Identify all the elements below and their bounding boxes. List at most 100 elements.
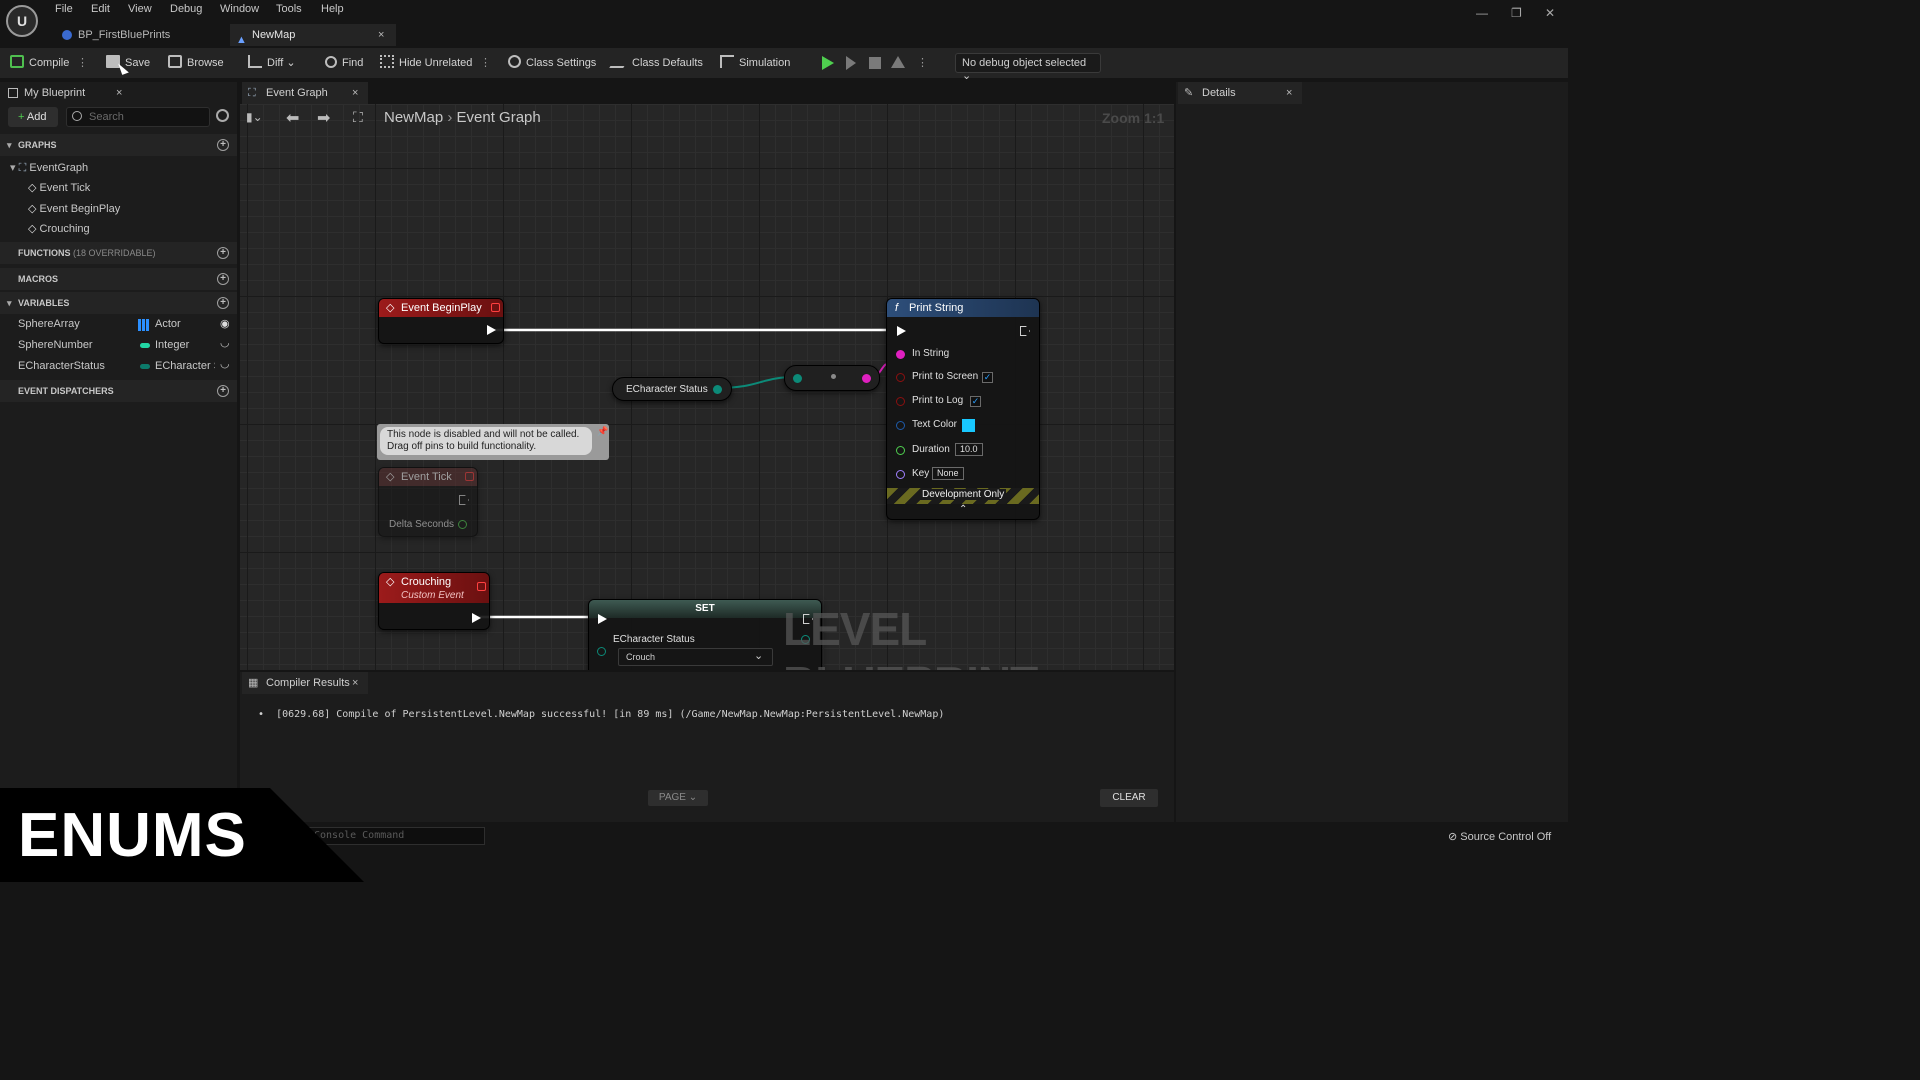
tab-my-blueprint[interactable]: My Blueprint × (0, 82, 130, 104)
hide-unrelated-button[interactable]: Hide Unrelated (380, 55, 472, 71)
doc-tab-bp-firstblueprints[interactable]: BP_FirstBluePrints (56, 24, 230, 46)
string-out-pin[interactable] (862, 374, 871, 383)
eye-icon[interactable]: ◉ (220, 317, 230, 330)
stop-icon[interactable] (869, 57, 881, 69)
delta-seconds-pin[interactable] (458, 520, 467, 529)
event-graph-canvas[interactable]: ▮⌄ ⬅ ➡ ⛶ NewMap › Event Graph Zoom 1:1 ◇… (240, 104, 1174, 670)
menu-tools[interactable]: Tools (276, 3, 302, 15)
print-to-screen-checkbox[interactable]: ✓ (982, 372, 993, 383)
pin-comment-icon[interactable]: 📌 (597, 426, 608, 437)
variable-row-echaracterstatus[interactable]: ECharacterStatus ECharacter S ◡ (0, 357, 237, 381)
tab-details[interactable]: ✎ Details × (1178, 82, 1302, 104)
close-tab-icon[interactable]: × (116, 82, 122, 104)
event-dispatchers-section-header[interactable]: EVENT DISPATCHERS + (0, 380, 237, 402)
source-control-status[interactable]: ⊘ Source Control Off (1448, 830, 1551, 843)
debug-object-select[interactable]: No debug object selected ⌄ (955, 53, 1101, 82)
eject-icon[interactable] (891, 56, 905, 68)
delegate-pin-icon[interactable] (477, 582, 486, 591)
print-string-node[interactable]: f Print String In String Print to Screen… (886, 298, 1040, 520)
search-input[interactable]: Search (66, 107, 210, 127)
graph-item-event-tick[interactable]: ◇ Event Tick (28, 181, 90, 194)
eye-closed-icon[interactable]: ◡ (220, 336, 230, 349)
variable-row-spherenumber[interactable]: SphereNumber Integer ◡ (0, 336, 237, 360)
menu-view[interactable]: View (128, 3, 152, 15)
variables-section-header[interactable]: ▾ VARIABLES + (0, 292, 237, 314)
play-options-icon[interactable]: ⋮ (917, 55, 928, 71)
close-tab-icon[interactable]: × (378, 24, 384, 46)
print-to-log-checkbox[interactable]: ✓ (970, 396, 981, 407)
menu-edit[interactable]: Edit (91, 3, 110, 15)
graphs-section-header[interactable]: ▾ GRAPHS + (0, 134, 237, 156)
exec-out-pin[interactable] (1020, 326, 1030, 336)
compile-button[interactable]: Compile (10, 55, 69, 71)
macros-section-header[interactable]: MACROS + (0, 268, 237, 290)
collapse-arrow-icon[interactable]: ⌃ (959, 504, 967, 515)
delegate-pin-icon[interactable] (465, 472, 474, 481)
event-graph-item[interactable]: ▾ ⛶ EventGraph (10, 161, 88, 175)
add-variable-icon[interactable]: + (217, 297, 229, 309)
class-settings-button[interactable]: Class Settings (508, 55, 596, 71)
graph-item-event-beginplay[interactable]: ◇ Event BeginPlay (28, 202, 120, 215)
delegate-pin-icon[interactable] (491, 303, 500, 312)
event-tick-node[interactable]: ◇ Event Tick Delta Seconds (378, 467, 478, 537)
event-beginplay-node[interactable]: ◇ Event BeginPlay (378, 298, 504, 344)
save-button[interactable]: Save (106, 55, 150, 71)
browse-button[interactable]: Browse (168, 55, 224, 71)
find-button[interactable]: Find (325, 55, 363, 71)
exec-in-pin[interactable] (598, 614, 607, 624)
menu-window[interactable]: Window (220, 3, 259, 15)
simulation-button[interactable]: Simulation (720, 55, 790, 71)
print-to-screen-pin[interactable] (896, 373, 905, 382)
text-color-pin[interactable] (896, 421, 905, 430)
close-tab-icon[interactable]: × (1286, 82, 1292, 104)
key-value-input[interactable]: None (932, 467, 964, 480)
clear-button[interactable]: CLEAR (1100, 789, 1158, 807)
exec-out-pin[interactable] (487, 325, 496, 335)
enum-in-pin[interactable] (597, 647, 606, 656)
enum-in-pin[interactable] (793, 374, 802, 383)
restore-icon[interactable]: ❐ (1511, 6, 1522, 20)
page-select[interactable]: PAGE ⌄ (648, 790, 708, 806)
add-button[interactable]: + Add (8, 107, 58, 127)
compile-options-icon[interactable]: ⋮ (77, 55, 88, 71)
print-to-log-pin[interactable] (896, 397, 905, 406)
tab-event-graph[interactable]: ⛶ Event Graph × (242, 82, 368, 104)
functions-section-header[interactable]: FUNCTIONS (18 OVERRIDABLE) + (0, 242, 237, 264)
close-tab-icon[interactable]: × (352, 672, 358, 694)
exec-in-pin[interactable] (897, 326, 906, 336)
graph-item-crouching[interactable]: ◇ Crouching (28, 222, 90, 235)
text-color-swatch[interactable] (962, 419, 975, 432)
exec-out-pin[interactable] (459, 495, 469, 505)
in-string-pin[interactable] (896, 350, 905, 359)
duration-value-input[interactable]: 10.0 (955, 443, 983, 456)
add-graph-icon[interactable]: + (217, 139, 229, 151)
exec-out-pin[interactable] (472, 613, 481, 623)
enum-to-string-node[interactable] (784, 365, 880, 391)
menu-debug[interactable]: Debug (170, 3, 202, 15)
eye-closed-icon[interactable]: ◡ (220, 357, 230, 370)
doc-tab-newmap[interactable]: ▲ NewMap × (230, 24, 396, 46)
step-icon[interactable] (846, 56, 856, 70)
settings-gear-icon[interactable] (216, 109, 229, 122)
enum-out-pin[interactable] (713, 385, 722, 394)
menu-help[interactable]: Help (321, 3, 344, 15)
key-pin[interactable] (896, 470, 905, 479)
close-tab-icon[interactable]: × (352, 82, 358, 104)
echaracter-status-getter-node[interactable]: ECharacter Status (612, 377, 732, 401)
close-window-icon[interactable]: ✕ (1545, 6, 1555, 20)
unreal-logo-icon[interactable]: U (6, 5, 38, 37)
add-dispatcher-icon[interactable]: + (217, 385, 229, 397)
minimize-icon[interactable]: — (1476, 6, 1488, 20)
tab-compiler-results[interactable]: ▦ Compiler Results × (242, 672, 368, 694)
class-defaults-button[interactable]: Class Defaults (609, 55, 703, 71)
duration-pin[interactable] (896, 446, 905, 455)
crouching-custom-event-node[interactable]: ◇ Crouching Custom Event (378, 572, 490, 630)
variable-row-spherearray[interactable]: SphereArray Actor ◉ (0, 318, 237, 339)
play-icon[interactable] (822, 56, 834, 70)
add-function-icon[interactable]: + (217, 247, 229, 259)
diff-button[interactable]: Diff ⌄ (248, 55, 296, 71)
enum-value-select[interactable]: Crouch ⌄ (618, 648, 773, 666)
menu-file[interactable]: File (55, 3, 73, 15)
console-command-input[interactable]: Console Command (305, 827, 485, 845)
hide-unrelated-options-icon[interactable]: ⋮ (480, 55, 491, 71)
